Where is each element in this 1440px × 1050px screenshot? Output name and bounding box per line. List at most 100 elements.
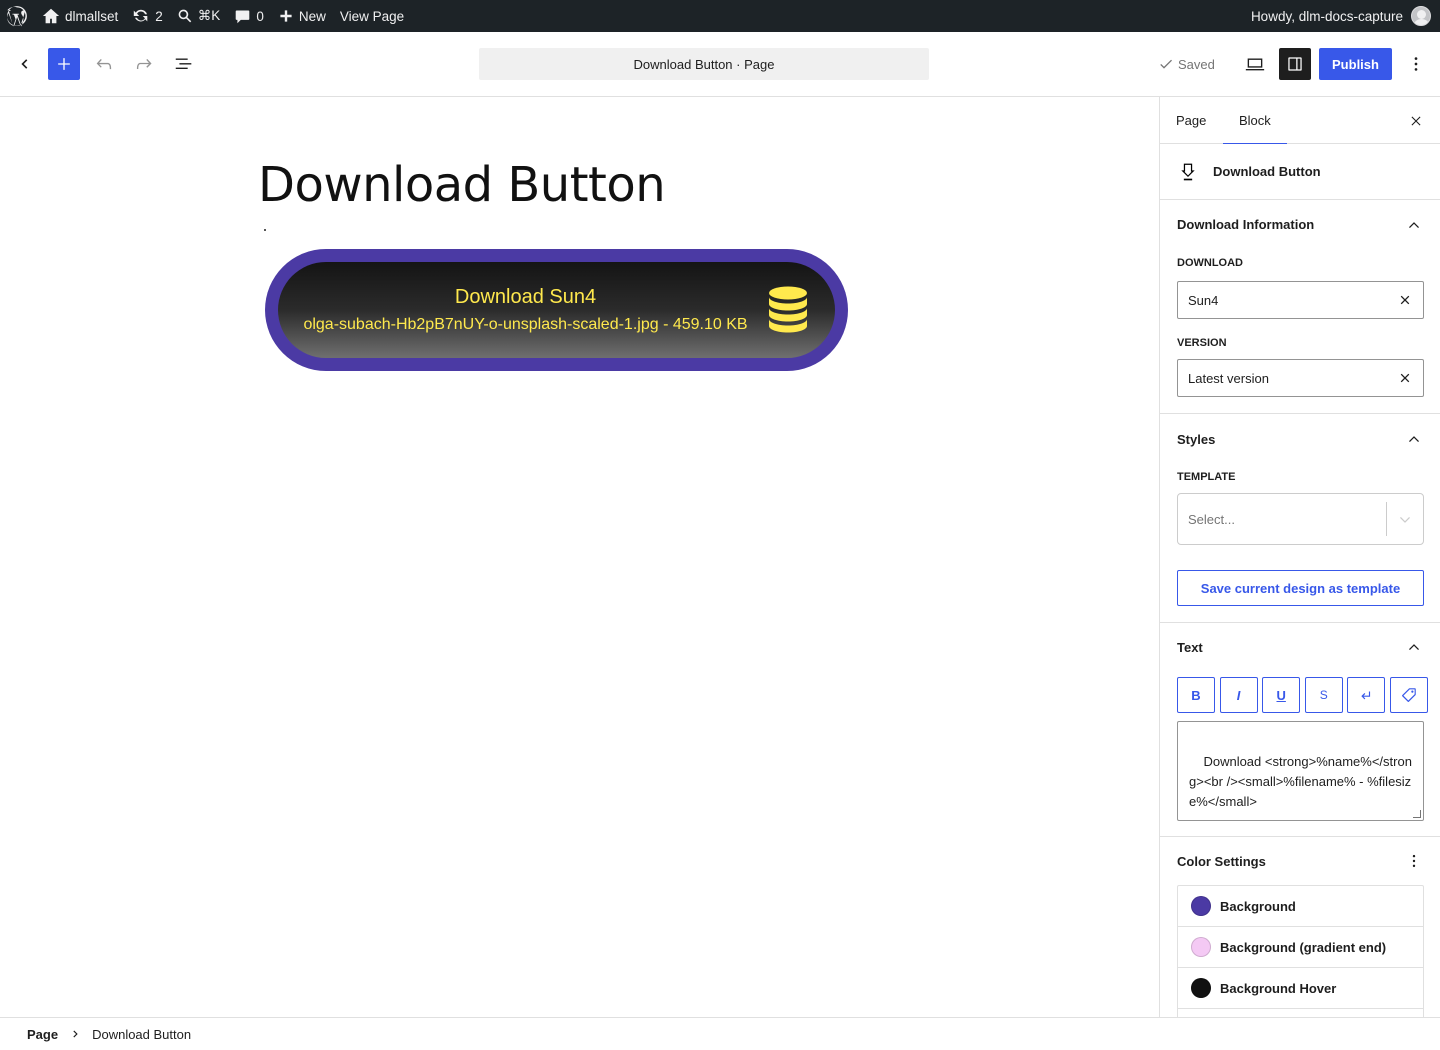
site-name-menu[interactable]: dlmallset — [35, 0, 125, 32]
download-button-block[interactable]: Download Sun4 olga-subach-Hb2pB7nUY-o-un… — [265, 249, 848, 371]
settings-sidebar: Page Block Download Button Download Info… — [1159, 97, 1440, 1017]
panel-divider — [1160, 836, 1440, 837]
version-label: Version — [1177, 337, 1227, 349]
chevron-down-icon — [1395, 510, 1415, 533]
view-page-label: View Page — [339, 8, 405, 24]
tab-page[interactable]: Page — [1160, 97, 1222, 144]
breadcrumb-root[interactable]: Page — [27, 1027, 58, 1042]
template-placeholder: Select... — [1188, 511, 1235, 527]
clear-download-icon[interactable] — [1396, 291, 1414, 309]
comment-icon — [236, 10, 250, 23]
download-value: Sun4 — [1188, 292, 1219, 308]
database-icon — [769, 286, 807, 333]
block-inserter-button[interactable] — [48, 48, 80, 80]
editor-canvas: Download Button Download Sun4 olga-subac… — [0, 97, 1159, 1017]
saved-indicator: Saved — [1158, 48, 1215, 80]
updates-icon — [134, 9, 148, 22]
line-break-button[interactable] — [1347, 677, 1386, 713]
color-item-background-gradient-end[interactable]: Background (gradient end) — [1178, 927, 1423, 968]
panel-divider — [1160, 413, 1440, 414]
return-icon — [1361, 691, 1371, 700]
version-select[interactable]: Latest version — [1177, 359, 1424, 397]
color-item-label: Background (gradient end) — [1220, 939, 1387, 955]
new-content-menu[interactable]: New — [271, 0, 333, 32]
panel-divider — [1160, 622, 1440, 623]
color-item-label: Background — [1220, 898, 1296, 914]
color-item-background[interactable]: Background — [1178, 886, 1423, 927]
color-options-button[interactable] — [1402, 849, 1426, 873]
save-template-button[interactable]: Save current design as template — [1177, 570, 1424, 606]
text-template-value: Download <strong>%name%</strong><br /><s… — [1189, 754, 1412, 809]
template-label: Template — [1177, 471, 1236, 483]
download-block-icon — [1181, 163, 1195, 180]
block-breadcrumb: Page Download Button — [0, 1017, 1440, 1050]
text-template-textarea[interactable]: Download <strong>%name%</strong><br /><s… — [1177, 721, 1424, 821]
avatar — [1411, 6, 1431, 26]
panel-title-styles[interactable]: Styles — [1177, 432, 1215, 447]
color-settings-list: Background Background (gradient end) Bac… — [1177, 885, 1424, 1017]
updates-count: 2 — [155, 8, 163, 24]
bold-button[interactable]: B — [1177, 677, 1215, 713]
color-item-next[interactable] — [1178, 1009, 1423, 1017]
plus-icon — [58, 58, 70, 70]
publish-label: Publish — [1332, 56, 1379, 72]
search-icon — [178, 9, 192, 23]
undo-button[interactable] — [88, 48, 120, 80]
text-format-toolbar: B I U S — [1177, 677, 1428, 713]
chevron-up-icon[interactable] — [1402, 635, 1426, 659]
document-title-bar[interactable]: Download Button · Page — [479, 48, 929, 80]
home-icon — [42, 8, 60, 24]
check-icon — [1160, 59, 1172, 69]
close-icon — [1411, 116, 1421, 126]
wordpress-logo-menu[interactable] — [0, 0, 35, 32]
preview-button[interactable] — [1239, 48, 1271, 80]
updates-menu[interactable]: 2 — [125, 0, 170, 32]
close-sidebar-button[interactable] — [1404, 109, 1428, 133]
options-menu-button[interactable] — [1400, 48, 1432, 80]
back-button[interactable] — [8, 48, 40, 80]
tag-icon — [1402, 688, 1416, 702]
color-item-background-hover[interactable]: Background Hover — [1178, 968, 1423, 1009]
document-overview-button[interactable] — [168, 48, 200, 80]
color-swatch — [1191, 896, 1211, 916]
resize-handle[interactable] — [1413, 810, 1421, 818]
download-button-inner: Download Sun4 olga-subach-Hb2pB7nUY-o-un… — [278, 262, 835, 358]
comments-menu[interactable]: 0 — [227, 0, 271, 32]
tab-block[interactable]: Block — [1223, 97, 1287, 144]
chevron-up-icon[interactable] — [1402, 213, 1426, 237]
comments-count: 0 — [256, 8, 264, 24]
command-palette[interactable]: ⌘K — [170, 0, 228, 32]
admin-bar: dlmallset 2 ⌘K 0 New View Page Howdy, dl… — [0, 0, 1440, 32]
chevron-up-icon[interactable] — [1402, 427, 1426, 451]
underline-button[interactable]: U — [1262, 677, 1301, 713]
strikethrough-button[interactable]: S — [1304, 677, 1343, 713]
search-shortcut: ⌘K — [197, 8, 221, 23]
download-select[interactable]: Sun4 — [1177, 281, 1424, 319]
plus-icon — [280, 10, 292, 22]
download-button-title: Download Sun4 — [454, 286, 597, 308]
howdy-text: Howdy, dlm-docs-capture — [1250, 8, 1403, 24]
block-card: Download Button — [1160, 144, 1440, 200]
chevron-left-icon — [21, 59, 28, 69]
italic-button[interactable]: I — [1219, 677, 1258, 713]
post-title[interactable]: Download Button — [258, 157, 666, 213]
publish-button[interactable]: Publish — [1319, 48, 1392, 80]
sidebar-tabs: Page Block — [1160, 97, 1440, 144]
template-select[interactable]: Select... — [1177, 493, 1424, 545]
account-menu[interactable]: Howdy, dlm-docs-capture — [1244, 0, 1431, 32]
redo-icon — [136, 58, 152, 70]
settings-toggle-button[interactable] — [1279, 48, 1311, 80]
panel-title-text[interactable]: Text — [1177, 640, 1203, 655]
clear-version-icon[interactable] — [1396, 369, 1414, 387]
redo-button[interactable] — [128, 48, 160, 80]
color-swatch — [1191, 978, 1211, 998]
panel-title-download-info[interactable]: Download Information — [1177, 217, 1314, 232]
chevron-right-icon — [68, 1027, 82, 1041]
breadcrumb-current[interactable]: Download Button — [92, 1027, 191, 1042]
tag-button[interactable] — [1389, 677, 1428, 713]
list-view-icon — [175, 58, 192, 70]
color-swatch — [1191, 937, 1211, 957]
desktop-icon — [1245, 58, 1265, 71]
select-separator — [1386, 502, 1387, 536]
view-page-link[interactable]: View Page — [333, 0, 411, 32]
